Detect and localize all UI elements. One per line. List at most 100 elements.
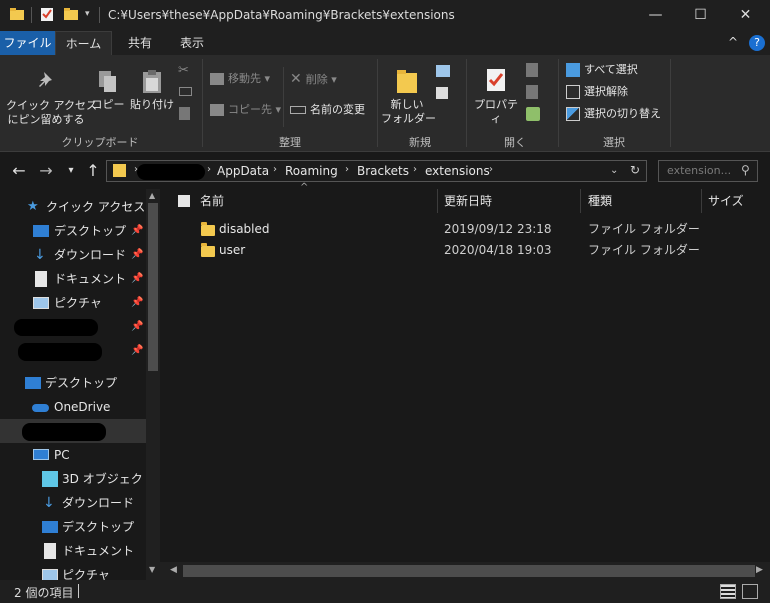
column-divider[interactable] xyxy=(580,189,581,213)
scroll-up-icon[interactable]: ▲ xyxy=(149,191,155,200)
breadcrumb-roaming[interactable]: Roaming xyxy=(285,164,338,178)
nav-redacted-selected[interactable] xyxy=(0,419,146,443)
column-divider[interactable] xyxy=(701,189,702,213)
pin-quick-access-button[interactable]: クイック アクセス にピン留めする xyxy=(6,69,97,127)
large-icons-view-icon[interactable] xyxy=(742,584,758,599)
move-to-button[interactable]: 移動先 ▾ xyxy=(210,69,270,89)
computer-icon xyxy=(33,449,49,460)
horizontal-scrollbar[interactable]: ◀ ▶ xyxy=(160,562,770,580)
nav-quick-redacted-1[interactable]: 📌 xyxy=(0,315,146,339)
back-button[interactable]: ← xyxy=(10,161,28,181)
invert-selection-icon xyxy=(566,107,580,121)
search-input[interactable]: extension... ⚲ xyxy=(658,160,758,182)
tab-file[interactable]: ファイル xyxy=(0,31,55,55)
nav-quick-downloads[interactable]: ↓ ダウンロード 📌 xyxy=(0,243,146,267)
pin-icon[interactable]: 📌 xyxy=(131,267,143,291)
easy-access-icon[interactable] xyxy=(436,87,448,99)
column-header-type[interactable]: 種類 xyxy=(588,189,612,213)
tab-home[interactable]: ホーム xyxy=(55,31,112,55)
new-item-icon[interactable] xyxy=(436,65,450,77)
nav-desktop[interactable]: デスクトップ xyxy=(0,371,146,395)
paste-label: 貼り付け xyxy=(130,98,174,111)
breadcrumb-separator[interactable]: › xyxy=(413,164,417,175)
table-row[interactable]: user 2020/04/18 19:03 ファイル フォルダー xyxy=(160,240,720,261)
pin-icon[interactable]: 📌 xyxy=(131,315,143,339)
select-all-button[interactable]: すべて選択 xyxy=(566,60,638,80)
copy-button[interactable]: コピー xyxy=(90,69,126,112)
properties-button[interactable]: プロパティ xyxy=(470,67,522,126)
copy-to-icon xyxy=(210,104,224,116)
nav-quick-documents[interactable]: ドキュメント 📌 xyxy=(0,267,146,291)
breadcrumb-separator[interactable]: › xyxy=(207,164,211,175)
column-header-date[interactable]: 更新日時 xyxy=(444,189,492,213)
history-icon[interactable] xyxy=(526,107,540,121)
column-header-size[interactable]: サイズ xyxy=(708,189,744,213)
edit-icon[interactable] xyxy=(526,85,538,99)
copy-to-button[interactable]: コピー先 ▾ xyxy=(210,100,281,120)
status-bar: 2 個の項目 xyxy=(0,580,770,603)
nav-pc-3d-objects[interactable]: 3D オブジェクト xyxy=(0,467,155,491)
forward-button[interactable]: → xyxy=(37,161,55,181)
table-row[interactable]: disabled 2019/09/12 23:18 ファイル フォルダー xyxy=(160,219,720,240)
nav-quick-desktop[interactable]: デスクトップ 📌 xyxy=(0,219,146,243)
tab-view[interactable]: 表示 xyxy=(170,31,214,55)
refresh-icon[interactable]: ↻ xyxy=(630,163,640,177)
nav-scrollbar[interactable]: ▲ ▼ xyxy=(146,189,160,580)
paste-shortcut-icon[interactable] xyxy=(179,107,190,120)
properties-icon[interactable] xyxy=(40,7,54,21)
breadcrumb-separator[interactable]: › xyxy=(489,164,493,175)
address-dropdown-icon[interactable]: ⌄ xyxy=(610,165,618,176)
select-all-checkbox[interactable] xyxy=(178,195,190,207)
breadcrumb-brackets[interactable]: Brackets xyxy=(357,164,409,178)
nav-pc-downloads[interactable]: ↓ ダウンロード xyxy=(0,491,146,515)
copy-icon xyxy=(99,71,116,92)
new-folder-button[interactable]: 新しい フォルダー xyxy=(381,67,436,126)
scroll-thumb[interactable] xyxy=(148,203,158,371)
nav-pc[interactable]: PC xyxy=(0,443,146,467)
help-icon[interactable]: ? xyxy=(749,35,765,51)
nav-quick-redacted-2[interactable]: 📌 xyxy=(0,339,146,363)
paste-button[interactable]: 貼り付け xyxy=(128,69,176,112)
new-folder-icon[interactable] xyxy=(64,7,78,21)
maximize-button[interactable]: ☐ xyxy=(678,0,723,31)
breadcrumb-extensions[interactable]: extensions xyxy=(425,164,490,178)
scroll-right-icon[interactable]: ▶ xyxy=(756,565,763,575)
tab-share[interactable]: 共有 xyxy=(116,31,164,55)
rename-button[interactable]: 名前の変更 xyxy=(290,100,365,120)
minimize-button[interactable]: — xyxy=(633,0,678,31)
pin-icon[interactable]: 📌 xyxy=(131,339,143,363)
invert-selection-button[interactable]: 選択の切り替え xyxy=(566,104,661,124)
column-header-name[interactable]: 名前 xyxy=(200,189,224,213)
recent-locations-icon[interactable]: ▾ xyxy=(62,161,80,181)
scroll-down-icon[interactable]: ▼ xyxy=(149,565,155,574)
scroll-left-icon[interactable]: ◀ xyxy=(170,565,177,575)
nav-quick-pictures[interactable]: ピクチャ 📌 xyxy=(0,291,146,315)
collapse-ribbon-icon[interactable]: ^ xyxy=(728,35,738,49)
column-divider[interactable] xyxy=(437,189,438,213)
close-button[interactable]: ✕ xyxy=(723,0,768,31)
cut-icon[interactable]: ✂ xyxy=(178,63,189,78)
pin-icon[interactable]: 📌 xyxy=(131,219,143,243)
up-button[interactable]: ↑ xyxy=(84,161,102,181)
pin-icon[interactable]: 📌 xyxy=(131,291,143,315)
nav-pc-pictures[interactable]: ピクチャ xyxy=(0,563,146,580)
details-view-icon[interactable] xyxy=(720,584,736,599)
nav-quick-access[interactable]: ★ クイック アクセス xyxy=(0,195,146,219)
search-icon[interactable]: ⚲ xyxy=(741,163,750,177)
copy-path-icon[interactable] xyxy=(179,87,192,96)
nav-pc-desktop[interactable]: デスクトップ xyxy=(0,515,146,539)
nav-onedrive[interactable]: OneDrive xyxy=(0,395,146,419)
pin-icon[interactable]: 📌 xyxy=(131,243,143,267)
breadcrumb-separator[interactable]: › xyxy=(345,164,349,175)
customize-quick-access-icon[interactable]: ▾ xyxy=(85,9,95,19)
group-label-organize: 整理 xyxy=(279,136,301,149)
breadcrumb-separator[interactable]: › xyxy=(273,164,277,175)
select-none-button[interactable]: 選択解除 xyxy=(566,82,628,102)
address-bar[interactable]: › › AppData › Roaming › Brackets › exten… xyxy=(106,160,647,182)
nav-pc-documents[interactable]: ドキュメント xyxy=(0,539,146,563)
document-icon xyxy=(44,543,56,559)
scroll-thumb[interactable] xyxy=(183,565,755,577)
open-icon[interactable] xyxy=(526,63,538,77)
delete-button[interactable]: ✕ 削除 ▾ xyxy=(290,69,337,89)
breadcrumb-appdata[interactable]: AppData xyxy=(217,164,269,178)
